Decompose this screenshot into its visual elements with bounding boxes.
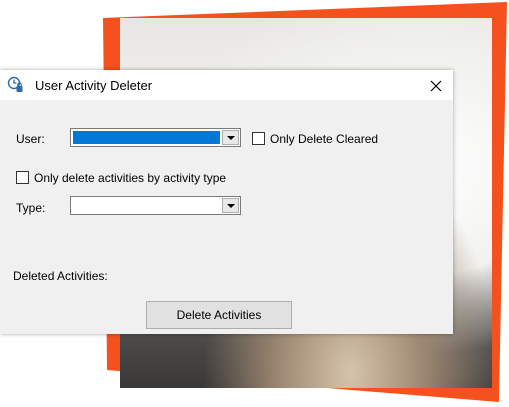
user-dropdown[interactable] [70,128,241,147]
window-title: User Activity Deleter [35,78,153,93]
type-dropdown[interactable] [70,196,241,215]
type-label: Type: [16,201,46,215]
title-bar: User Activity Deleter [0,70,453,100]
user-activity-deleter-dialog: User Activity Deleter User: Only Delete … [0,70,453,334]
user-selected-value [73,131,220,144]
only-delete-cleared-checkbox[interactable] [252,132,265,145]
type-dropdown-button[interactable] [222,198,239,213]
delete-by-type-label: Only delete activities by activity type [34,171,227,185]
delete-by-type-checkbox[interactable] [16,171,29,184]
user-dropdown-button[interactable] [222,130,239,145]
close-icon [430,80,442,92]
deleted-activities-label: Deleted Activities: [13,269,108,283]
chevron-down-icon [226,135,235,140]
close-button[interactable] [419,72,453,100]
only-delete-cleared-label: Only Delete Cleared [270,132,379,146]
chevron-down-icon [226,203,235,208]
clock-lock-icon [7,76,23,92]
delete-activities-button[interactable]: Delete Activities [146,301,292,329]
type-selected-value [73,199,220,212]
user-label: User: [16,132,45,146]
